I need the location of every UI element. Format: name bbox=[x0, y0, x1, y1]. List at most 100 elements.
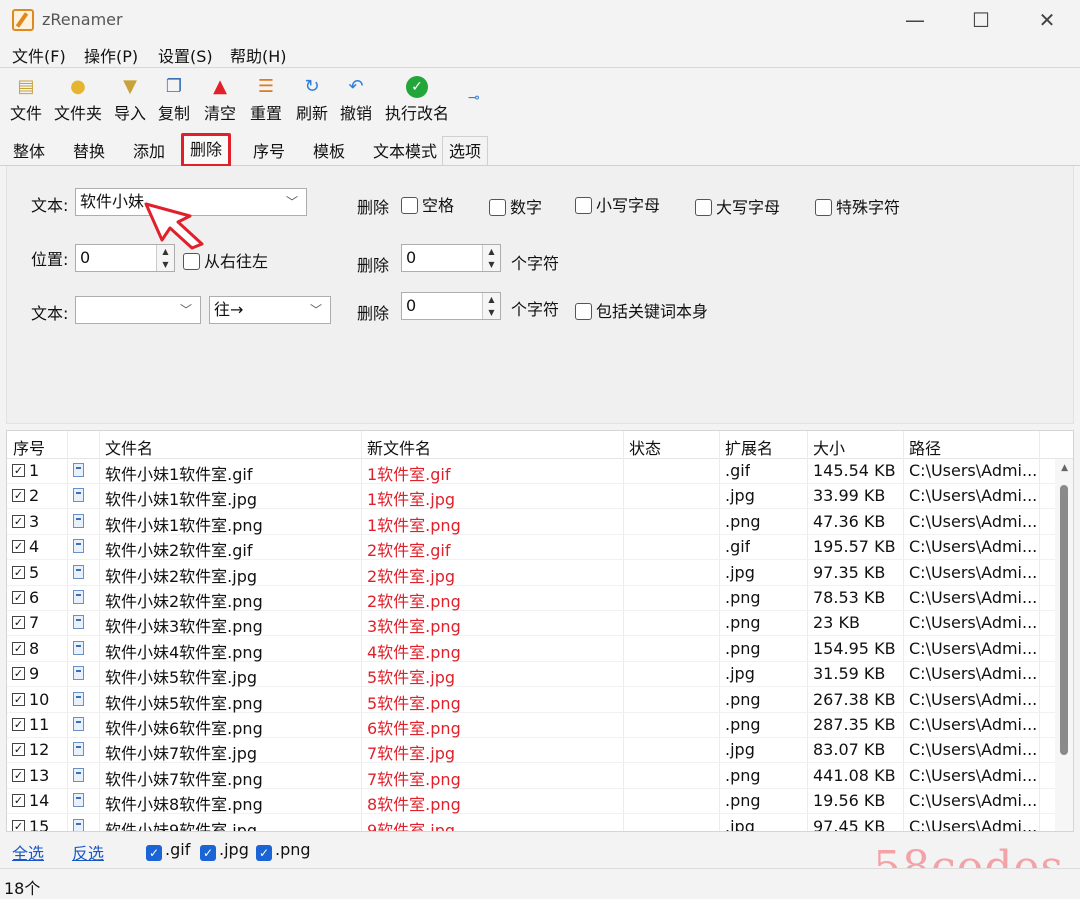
row-checkbox[interactable]: ✓ bbox=[12, 667, 25, 681]
table-row[interactable]: ✓ 5 软件小妹2软件室.jpg 2软件室.jpg .jpg 97.35 KB C:\Use… bbox=[7, 561, 1057, 586]
menu-settings[interactable]: 设置(S) bbox=[158, 43, 213, 67]
table-row[interactable]: ✓ 11 软件小妹6软件室.png 6软件室.png .png 287.35 KB C:\U… bbox=[7, 713, 1057, 738]
file-icon bbox=[73, 666, 84, 681]
pin-icon[interactable]: ⊸ bbox=[468, 90, 480, 106]
tab-template[interactable]: 模板 bbox=[306, 136, 352, 166]
table-row[interactable]: ✓ 2 软件小妹1软件室.jpg 1软件室.jpg .jpg 33.99 KB C:\Use… bbox=[7, 484, 1057, 510]
close-button[interactable]: ✕ bbox=[1014, 0, 1080, 40]
row-checkbox[interactable]: ✓ bbox=[12, 718, 25, 731]
table-row[interactable]: ✓ 13 软件小妹7软件室.png 7软件室.png .png 441.08 KB C:\U… bbox=[7, 764, 1057, 789]
checkbox-checked-icon: ✓ bbox=[146, 845, 162, 861]
table-row[interactable]: ✓ 6 软件小妹2软件室.png 2软件室.png .png 78.53 KB C:\Use… bbox=[7, 586, 1057, 611]
toolbar-refresh-button[interactable]: ↻ 刷新 bbox=[294, 76, 330, 126]
col-header-seq[interactable]: 序号 bbox=[13, 435, 45, 459]
tab-overall[interactable]: 整体 bbox=[6, 136, 52, 166]
toolbar-folder-button[interactable]: ● 文件夹 bbox=[52, 76, 104, 126]
row-seq: 3 bbox=[29, 511, 40, 531]
table-row[interactable]: ✓ 7 软件小妹3软件室.png 3软件室.png .png 23 KB C:\Users\… bbox=[7, 611, 1057, 637]
tab-text-mode[interactable]: 文本模式 bbox=[366, 136, 444, 166]
vertical-scrollbar[interactable]: ▲ bbox=[1055, 459, 1073, 831]
row-seq: 10 bbox=[29, 689, 50, 709]
table-row[interactable]: ✓ 8 软件小妹4软件室.png 4软件室.png .png 154.95 KB C:\Us… bbox=[7, 637, 1057, 662]
col-header-size[interactable]: 大小 bbox=[813, 435, 845, 459]
ext-jpg-checkbox[interactable]: ✓ .jpg bbox=[200, 840, 249, 861]
toolbar-clear-button[interactable]: ▲ 清空 bbox=[202, 76, 238, 126]
toolbar-reset-button[interactable]: ☰ 重置 bbox=[248, 76, 284, 126]
copy-icon: ❐ bbox=[165, 76, 183, 97]
row-seq: 4 bbox=[29, 537, 40, 557]
table-row[interactable]: ✓ 15 软件小妹9软件室.jpg 9软件室.jpg .jpg 97.45 KB C:\Us… bbox=[7, 815, 1057, 831]
tab-options[interactable]: 选项 bbox=[442, 136, 489, 166]
row-checkbox[interactable]: ✓ bbox=[12, 794, 25, 808]
row-checkbox[interactable]: ✓ bbox=[12, 616, 25, 630]
row-filename: 软件小妹1软件室.gif bbox=[105, 465, 253, 484]
col-header-filename[interactable]: 文件名 bbox=[105, 435, 153, 459]
ext-gif-checkbox[interactable]: ✓ .gif bbox=[146, 840, 190, 861]
col-header-extension[interactable]: 扩展名 bbox=[725, 435, 773, 459]
toolbar-file-button[interactable]: ▤ 文件 bbox=[8, 76, 44, 126]
scroll-up-icon[interactable]: ▲ bbox=[1061, 463, 1068, 473]
table-row[interactable]: ✓ 14 软件小妹8软件室.png 8软件室.png .png 19.56 KB C:\Us… bbox=[7, 789, 1057, 815]
delete-count-stepper-1[interactable]: 0 ▲ ▼ bbox=[401, 244, 501, 272]
tab-replace[interactable]: 替换 bbox=[66, 136, 112, 166]
row-filename: 软件小妹8软件室.png bbox=[105, 795, 263, 815]
row-checkbox[interactable]: ✓ bbox=[12, 768, 25, 782]
right-to-left-checkbox[interactable]: 从右往左 bbox=[183, 248, 268, 272]
special-char-checkbox[interactable]: 特殊字符 bbox=[815, 194, 900, 218]
row-checkbox[interactable]: ✓ bbox=[12, 514, 25, 528]
row-seq: 14 bbox=[29, 791, 50, 811]
toolbar-import-button[interactable]: ▼ 导入 bbox=[112, 76, 148, 126]
row-checkbox[interactable]: ✓ bbox=[12, 464, 25, 477]
stepper-buttons[interactable]: ▲ ▼ bbox=[482, 245, 500, 271]
space-checkbox[interactable]: 空格 bbox=[401, 192, 454, 216]
table-row[interactable]: ✓ 12 软件小妹7软件室.jpg 7软件室.jpg .jpg 83.07 KB C:\Us… bbox=[7, 738, 1057, 764]
toolbar-copy-button[interactable]: ❐ 复制 bbox=[156, 76, 192, 126]
row-checkbox[interactable]: ✓ bbox=[12, 641, 25, 655]
toolbar-undo-button[interactable]: ↶ 撤销 bbox=[338, 76, 374, 126]
table-row[interactable]: ✓ 9 软件小妹5软件室.jpg 5软件室.jpg .jpg 31.59 KB C:\Use… bbox=[7, 662, 1057, 688]
table-row[interactable]: ✓ 1 软件小妹1软件室.gif 1软件室.gif .gif 145.54 KB C:\Us… bbox=[7, 459, 1057, 484]
tab-delete[interactable]: 删除 bbox=[181, 133, 232, 167]
col-header-path[interactable]: 路径 bbox=[909, 435, 941, 459]
direction-combo[interactable]: 往→ ﹀ bbox=[209, 296, 331, 324]
row-checkbox[interactable]: ✓ bbox=[12, 540, 25, 554]
file-icon bbox=[73, 463, 84, 477]
col-header-new-filename[interactable]: 新文件名 bbox=[367, 435, 431, 459]
row-checkbox[interactable]: ✓ bbox=[12, 489, 25, 503]
clear-icon: ▲ bbox=[213, 76, 227, 97]
menu-operation[interactable]: 操作(P) bbox=[84, 43, 138, 67]
select-all-link[interactable]: 全选 bbox=[12, 840, 44, 864]
digit-checkbox[interactable]: 数字 bbox=[489, 194, 542, 218]
delete-count-stepper-2[interactable]: 0 ▲ ▼ bbox=[401, 292, 501, 320]
toolbar-execute-rename-button[interactable]: ✓ 执行改名 bbox=[382, 76, 452, 126]
invert-selection-link[interactable]: 反选 bbox=[72, 840, 104, 864]
ext-png-checkbox[interactable]: ✓ .png bbox=[256, 840, 311, 861]
menu-help[interactable]: 帮助(H) bbox=[230, 43, 287, 67]
tab-add[interactable]: 添加 bbox=[126, 136, 172, 166]
scroll-thumb[interactable] bbox=[1060, 485, 1068, 755]
tab-sequence[interactable]: 序号 bbox=[246, 136, 292, 166]
menu-file[interactable]: 文件(F) bbox=[12, 43, 66, 67]
row-extension: .png bbox=[725, 791, 761, 811]
minimize-button[interactable]: — bbox=[882, 0, 948, 40]
include-keyword-checkbox[interactable]: 包括关键词本身 bbox=[575, 298, 708, 322]
text2-combo[interactable]: ﹀ bbox=[75, 296, 201, 324]
row-checkbox[interactable]: ✓ bbox=[12, 743, 25, 757]
col-header-status[interactable]: 状态 bbox=[629, 435, 661, 459]
row-new-filename: 3软件室.png bbox=[367, 617, 461, 637]
row-extension: .gif bbox=[725, 461, 751, 480]
maximize-button[interactable]: ☐ bbox=[948, 0, 1014, 40]
uppercase-checkbox[interactable]: 大写字母 bbox=[695, 194, 780, 218]
row-checkbox[interactable]: ✓ bbox=[12, 565, 25, 579]
table-row[interactable]: ✓ 4 软件小妹2软件室.gif 2软件室.gif .gif 195.57 KB C:\Us… bbox=[7, 535, 1057, 561]
stepper-buttons[interactable]: ▲ ▼ bbox=[482, 293, 500, 319]
lowercase-checkbox[interactable]: 小写字母 bbox=[575, 192, 660, 216]
delete-label: 删除 bbox=[357, 198, 390, 217]
table-row[interactable]: ✓ 10 软件小妹5软件室.png 5软件室.png .png 267.38 KB C:\U… bbox=[7, 688, 1057, 713]
table-row[interactable]: ✓ 3 软件小妹1软件室.png 1软件室.png .png 47.36 KB C:\Use… bbox=[7, 510, 1057, 535]
row-checkbox[interactable]: ✓ bbox=[12, 692, 25, 706]
import-icon: ▼ bbox=[123, 76, 137, 97]
row-checkbox[interactable]: ✓ bbox=[12, 819, 25, 831]
row-checkbox[interactable]: ✓ bbox=[12, 591, 25, 604]
row-extension: .png bbox=[725, 638, 761, 658]
